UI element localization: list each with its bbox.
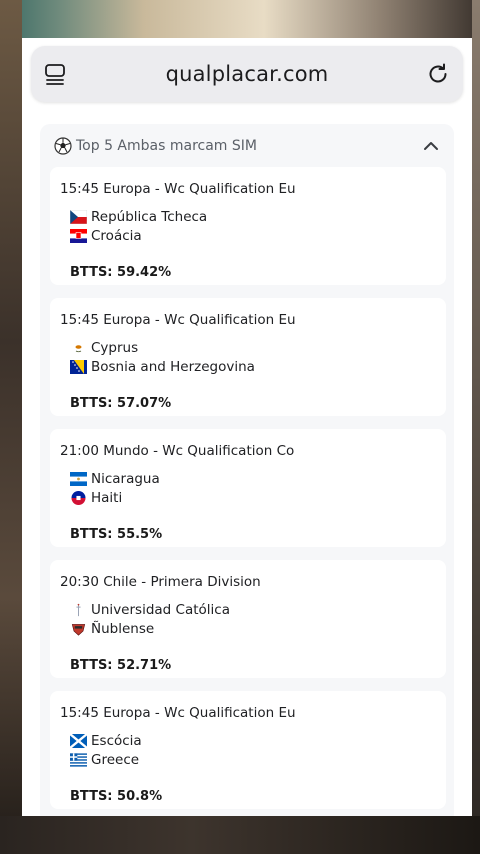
btts-value: BTTS: 52.71% [70, 658, 172, 673]
match-header: 15:45 Europa - Wc Qualification Eu [60, 181, 296, 197]
away-team: Croácia [91, 228, 142, 244]
background-top [0, 0, 480, 38]
match-card[interactable]: 15:45 Europa - Wc Qualification Eu Cypru… [50, 298, 446, 416]
phone-screen: qualplacar.com Top 5 Ambas marcam SIM 15… [22, 38, 472, 816]
match-card[interactable]: 20:30 Chile - Primera Division Universid… [50, 560, 446, 678]
background-right [472, 0, 480, 854]
away-team: Haiti [91, 490, 123, 506]
team-row: Escócia [70, 733, 430, 751]
team-row: República Tcheca [70, 209, 430, 227]
away-team: Bosnia and Herzegovina [91, 359, 255, 375]
btts-value: BTTS: 50.8% [70, 789, 163, 804]
nicaragua-flag-icon [70, 472, 87, 486]
btts-value: BTTS: 57.07% [70, 396, 172, 411]
section-title: Top 5 Ambas marcam SIM [76, 138, 257, 154]
match-header: 15:45 Europa - Wc Qualification Eu [60, 312, 296, 328]
match-card[interactable]: 15:45 Europa - Wc Qualification Eu Repúb… [50, 167, 446, 285]
haiti-flag-icon [71, 491, 86, 505]
chevron-up-icon[interactable] [422, 137, 440, 155]
btts-value: BTTS: 59.42% [70, 265, 172, 280]
team-row: Cyprus [70, 340, 430, 358]
match-card[interactable]: 15:45 Europa - Wc Qualification Eu Escóc… [50, 691, 446, 809]
team-row: Greece [70, 752, 430, 770]
team-row: Ñublense [70, 621, 430, 639]
team-row: Universidad Católica [70, 602, 430, 620]
team-row: Bosnia and Herzegovina [70, 359, 430, 377]
home-team: Cyprus [91, 340, 139, 356]
match-header: 15:45 Europa - Wc Qualification Eu [60, 705, 296, 721]
background-bottom [0, 816, 480, 854]
bosnia-flag-icon [70, 360, 87, 374]
btts-value: BTTS: 55.5% [70, 527, 163, 542]
home-team: Universidad Católica [91, 602, 230, 618]
team-row: Haiti [70, 490, 430, 508]
croatia-flag-icon [70, 229, 87, 243]
url-text[interactable]: qualplacar.com [91, 62, 403, 86]
address-bar[interactable]: qualplacar.com [31, 46, 463, 102]
czech-flag-icon [70, 210, 87, 224]
away-team: Greece [91, 752, 140, 768]
tabs-icon[interactable] [43, 62, 67, 86]
top5-card: Top 5 Ambas marcam SIM 15:45 Europa - Wc… [40, 124, 454, 816]
home-team: Escócia [91, 733, 142, 749]
match-card[interactable]: 21:00 Mundo - Wc Qualification Co Nicara… [50, 429, 446, 547]
home-team: Nicaragua [91, 471, 160, 487]
greece-flag-icon [70, 753, 87, 767]
cyprus-flag-icon [70, 341, 87, 355]
background-left [0, 0, 22, 854]
team-row: Croácia [70, 228, 430, 246]
reload-icon[interactable] [425, 61, 451, 87]
scotland-flag-icon [70, 734, 87, 748]
universidad-catolica-crest-icon [76, 603, 81, 617]
soccer-ball-icon [54, 137, 72, 155]
home-team: República Tcheca [91, 209, 208, 225]
away-team: Ñublense [91, 621, 155, 637]
match-header: 21:00 Mundo - Wc Qualification Co [60, 443, 295, 459]
team-row: Nicaragua [70, 471, 430, 489]
match-header: 20:30 Chile - Primera Division [60, 574, 261, 590]
nublense-crest-icon [71, 624, 86, 636]
card-header[interactable]: Top 5 Ambas marcam SIM [40, 124, 454, 168]
